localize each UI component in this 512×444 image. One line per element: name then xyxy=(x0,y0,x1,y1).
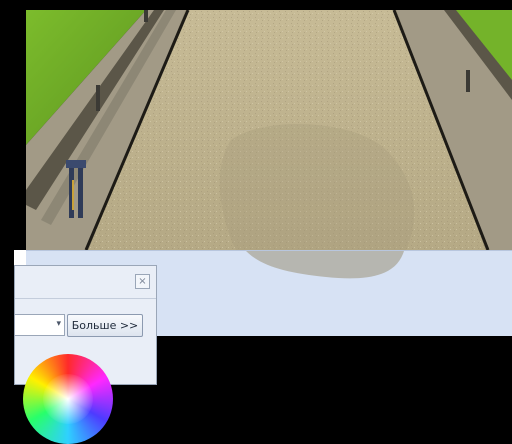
chevron-down-icon[interactable]: ▾ xyxy=(56,319,61,329)
fence-post xyxy=(466,70,470,92)
game-viewport xyxy=(26,10,512,250)
color-wheel[interactable] xyxy=(23,354,113,444)
color-select[interactable]: ▾ xyxy=(15,314,65,336)
fence-post xyxy=(144,10,148,22)
color-dialog: × ▾ Больше >> xyxy=(14,265,157,444)
color-wheel-center xyxy=(43,374,93,424)
dialog-divider xyxy=(15,298,156,299)
close-icon[interactable]: × xyxy=(135,274,150,289)
road-scene xyxy=(26,10,512,250)
fence-post xyxy=(96,85,100,111)
more-button[interactable]: Больше >> xyxy=(67,314,143,337)
